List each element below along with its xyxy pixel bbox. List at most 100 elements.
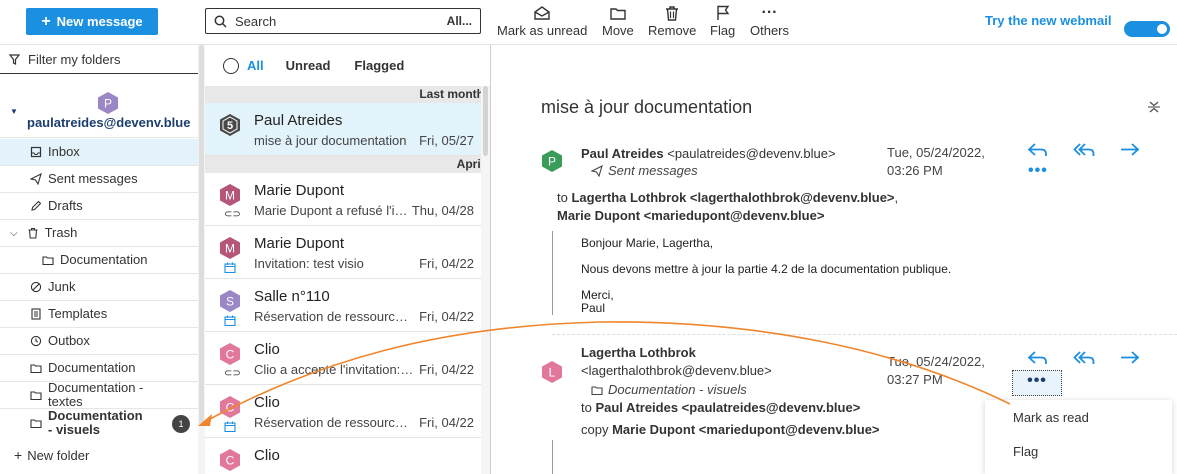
message-body-line: Paul — [581, 301, 606, 315]
reply-icon[interactable] — [1027, 141, 1049, 159]
message-row[interactable]: C Clio — [205, 438, 490, 474]
tab-unread[interactable]: Unread — [286, 58, 331, 73]
message-row[interactable]: M ⊂⊃ Marie Dupont Marie Dupont a refusé … — [205, 173, 490, 226]
more-actions-icon[interactable]: ••• — [1028, 162, 1048, 180]
message-list: All Unread Flagged Last month 5 Paul Atr… — [205, 45, 491, 474]
others-button[interactable]: ··· Others — [750, 5, 789, 41]
pencil-icon — [31, 200, 42, 211]
message-row[interactable]: S Salle n°110 Réservation de ressource: … — [205, 279, 490, 332]
folder-icon — [30, 364, 42, 374]
tab-flagged[interactable]: Flagged — [354, 58, 404, 73]
message-actions — [1027, 349, 1141, 367]
remove-button[interactable]: Remove — [648, 5, 696, 41]
message-row[interactable]: C ⊂⊃ Clio Clio a accepté l'invitation: t… — [205, 332, 490, 385]
search-input[interactable]: Search All... — [205, 8, 481, 34]
reply-all-icon[interactable] — [1073, 349, 1095, 367]
folder-inbox[interactable]: Inbox — [0, 139, 198, 166]
folder-drafts[interactable]: Drafts — [0, 193, 198, 220]
reply-icon[interactable] — [1027, 349, 1049, 367]
flag-icon — [716, 5, 730, 20]
flag-button[interactable]: Flag — [710, 5, 735, 41]
message-date: Fri, 04/22 — [419, 415, 474, 430]
send-icon — [30, 173, 42, 185]
folder-templates[interactable]: Templates — [0, 301, 198, 328]
calendar-icon — [224, 262, 236, 273]
list-filter-tabs: All Unread Flagged — [205, 45, 490, 86]
new-message-button[interactable]: + New message — [26, 8, 158, 35]
account-name: paulatreides@devenv.blue — [27, 115, 191, 130]
folder-label: Documentation - textes — [48, 380, 144, 409]
folder-sent[interactable]: Sent messages — [0, 166, 198, 193]
folder-sidebar: Filter my folders P ▼ paulatreides@deven… — [0, 45, 198, 474]
message-list-scrollbar[interactable] — [481, 86, 490, 474]
chevron-down-icon[interactable]: ⌵ — [10, 228, 18, 239]
svg-text:M: M — [225, 189, 235, 203]
svg-text:L: L — [549, 366, 556, 380]
message-recipients: to Paul Atreides <paulatreides@devenv.bl… — [581, 400, 861, 415]
reply-all-icon[interactable] — [1073, 141, 1095, 159]
move-button[interactable]: Move — [602, 5, 634, 41]
folder-label: Outbox — [48, 333, 90, 348]
sender-avatar: C — [220, 343, 240, 365]
svg-text:C: C — [226, 454, 235, 468]
folder-icon — [42, 256, 54, 266]
message-copy-recipients: copy Marie Dupont <mariedupont@devenv.bl… — [581, 422, 880, 437]
forward-icon[interactable] — [1119, 349, 1141, 367]
filter-icon — [9, 53, 20, 65]
message-sender: Lagertha Lothbrok — [581, 345, 696, 360]
message-date: Fri, 04/22 — [419, 256, 474, 271]
message-sender: Paul Atreides <paulatreides@devenv.blue> — [581, 146, 836, 161]
message-folder: Documentation - visuels — [591, 382, 747, 397]
sender-avatar: M — [220, 184, 240, 206]
sidebar-scrollbar[interactable] — [198, 45, 205, 474]
message-date: Tue, 05/24/2022, 03:26 PM — [887, 145, 985, 178]
message-row[interactable]: 5 Paul Atreides mise à jour documentatio… — [205, 103, 490, 156]
message-row[interactable]: C Clio Réservation de ressource: Salle F… — [205, 385, 490, 438]
envelope-open-icon — [534, 6, 550, 20]
message-row[interactable]: M Marie Dupont Invitation: test visio Fr… — [205, 226, 490, 279]
folder-trash[interactable]: ⌵ Trash — [0, 220, 198, 247]
calendar-icon — [224, 421, 236, 432]
more-actions-button-active[interactable]: ••• — [1012, 370, 1062, 396]
collapse-all-icon[interactable] — [1147, 100, 1161, 114]
new-webmail-toggle[interactable] — [1124, 21, 1170, 37]
mark-unread-button[interactable]: Mark as unread — [497, 5, 587, 41]
block-icon — [30, 281, 42, 293]
search-scope-dropdown[interactable]: All... — [447, 14, 472, 28]
svg-text:P: P — [104, 97, 112, 111]
new-folder-button[interactable]: + New folder — [0, 444, 198, 466]
message-sender-email: <lagerthalothbrok@devenv.blue> — [581, 363, 772, 378]
plus-icon: + — [41, 12, 51, 30]
folder-label: Drafts — [48, 198, 83, 213]
message-date: Fri, 05/27 — [419, 133, 474, 148]
remove-label: Remove — [648, 23, 697, 38]
attachment-icon: ⊂⊃ — [224, 209, 241, 220]
account-avatar: P — [98, 92, 118, 114]
forward-icon[interactable] — [1119, 141, 1141, 159]
select-all-checkbox[interactable] — [223, 57, 239, 74]
calendar-icon — [224, 315, 236, 326]
folder-junk[interactable]: Junk — [0, 274, 198, 301]
more-icon: ··· — [761, 4, 778, 21]
menu-mark-as-read[interactable]: Mark as read — [1013, 410, 1089, 425]
folder-outbox[interactable]: Outbox — [0, 328, 198, 355]
menu-flag[interactable]: Flag — [1013, 444, 1038, 459]
folder-documentation-visuels[interactable]: Documentation - visuels 1 — [0, 408, 198, 436]
folder-label: Documentation — [60, 252, 148, 267]
tab-all[interactable]: All — [247, 58, 264, 73]
try-new-webmail-link[interactable]: Try the new webmail — [985, 13, 1111, 28]
folder-documentation-textes[interactable]: Documentation - textes — [0, 380, 198, 409]
svg-text:C: C — [226, 401, 235, 415]
message-body-line: Nous devons mettre à jour la partie 4.2 … — [581, 262, 952, 276]
move-label: Move — [602, 23, 634, 38]
filter-folders-input[interactable]: Filter my folders — [0, 45, 198, 74]
more-actions-menu: Mark as read Flag — [985, 400, 1172, 474]
folder-documentation[interactable]: Documentation — [0, 355, 198, 382]
account-collapse-icon[interactable]: ▼ — [10, 107, 18, 116]
search-placeholder: Search — [235, 13, 277, 29]
folder-trash-documentation[interactable]: Documentation — [0, 247, 198, 274]
filter-label: Filter my folders — [28, 51, 121, 67]
plus-icon: + — [14, 447, 23, 463]
sender-avatar: P — [542, 150, 562, 172]
new-message-label: New message — [56, 14, 143, 29]
